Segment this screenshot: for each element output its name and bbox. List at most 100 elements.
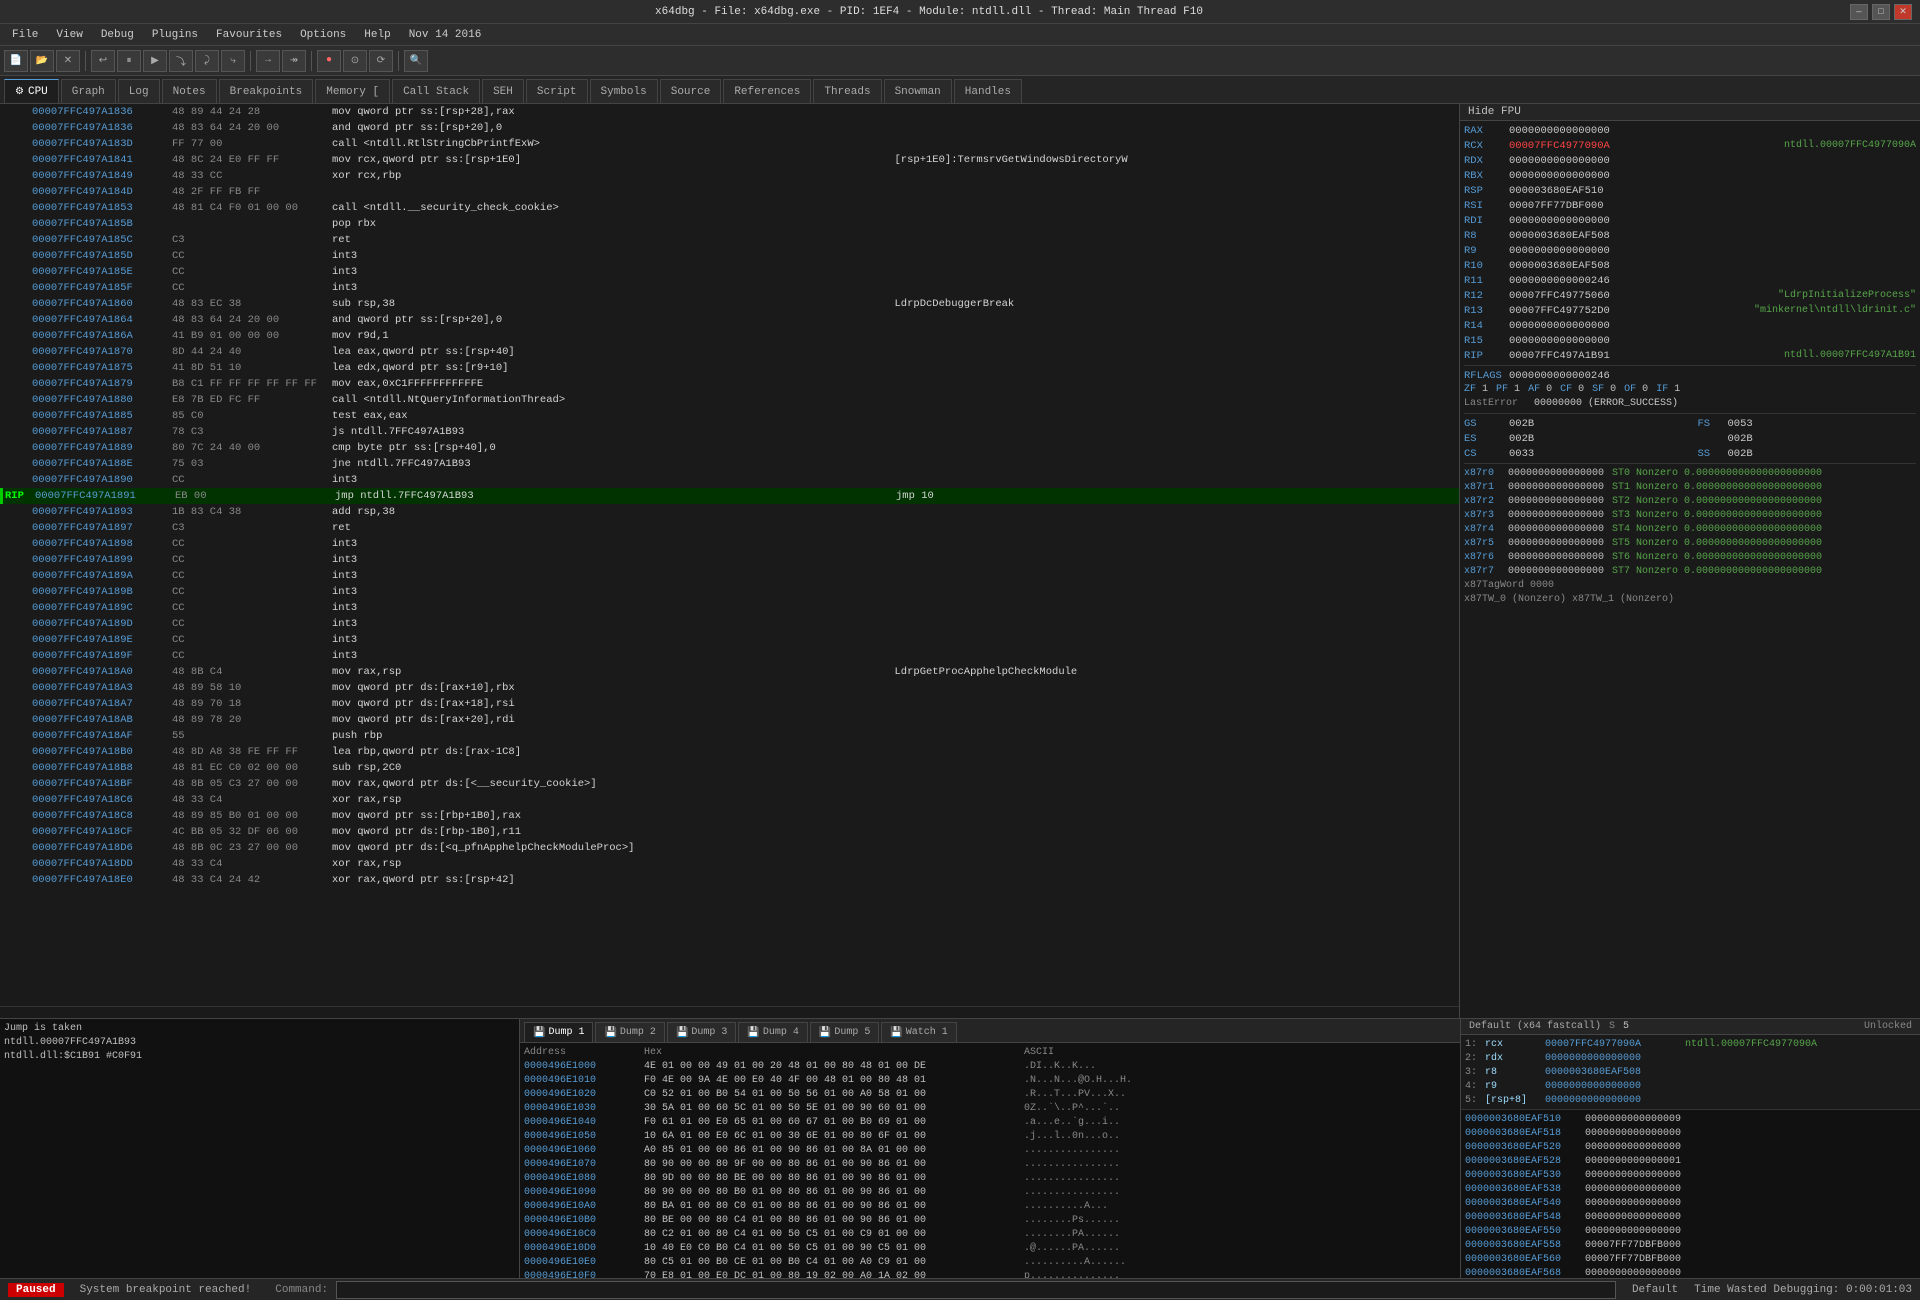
tab-breakpoints[interactable]: Breakpoints [219, 79, 314, 103]
disasm-row[interactable]: 00007FFC497A18E048 33 C4 24 42xor rax,qw… [0, 872, 1459, 888]
disasm-row[interactable]: 00007FFC497A185FCCint3 [0, 280, 1459, 296]
disasm-row[interactable]: 00007FFC497A188778 C3js ntdll.7FFC497A1B… [0, 424, 1459, 440]
dump-tab-dump3[interactable]: 💾Dump 3 [667, 1022, 736, 1042]
disasm-row[interactable]: 00007FFC497A18B048 8D A8 38 FE FF FFlea … [0, 744, 1459, 760]
disasm-row[interactable]: 00007FFC497A18C848 89 85 B0 01 00 00mov … [0, 808, 1459, 824]
disasm-row[interactable]: 00007FFC497A185348 81 C4 F0 01 00 00call… [0, 200, 1459, 216]
tab-seh[interactable]: SEH [482, 79, 524, 103]
tab-memory[interactable]: Memory [ [315, 79, 390, 103]
flag-pf[interactable]: PF 1 [1496, 384, 1520, 395]
tab-log[interactable]: Log [118, 79, 160, 103]
disasm-scroll[interactable]: 00007FFC497A183648 89 44 24 28mov qword … [0, 104, 1459, 1006]
disasm-row[interactable]: 00007FFC497A185DCCint3 [0, 248, 1459, 264]
disasm-row[interactable]: 00007FFC497A1897C3ret [0, 520, 1459, 536]
disasm-row[interactable]: 00007FFC497A189ACCint3 [0, 568, 1459, 584]
stack-content[interactable]: 0000003680EAF510000000000000000900000036… [1461, 1110, 1920, 1278]
flag-of[interactable]: OF 0 [1624, 384, 1648, 395]
reg-value[interactable]: 0000000000000000 [1509, 245, 1916, 257]
disasm-row[interactable]: 00007FFC497A188E75 03jne ntdll.7FFC497A1… [0, 456, 1459, 472]
reg-value[interactable]: 000003680EAF510 [1509, 185, 1916, 197]
reg-value[interactable]: 0000003680EAF508 [1509, 230, 1916, 242]
tab-threads[interactable]: Threads [813, 79, 881, 103]
reg-value[interactable]: 0000000000000000 [1509, 125, 1916, 137]
disasm-row[interactable]: RIP00007FFC497A1891EB 00jmp ntdll.7FFC49… [0, 488, 1459, 504]
disasm-row[interactable]: 00007FFC497A1899CCint3 [0, 552, 1459, 568]
reg-value[interactable]: 0000000000000000 [1509, 155, 1916, 167]
flag-zf[interactable]: ZF 1 [1464, 384, 1488, 395]
reg-value[interactable]: 0000000000000246 [1509, 275, 1916, 287]
disasm-row[interactable]: 00007FFC497A186448 83 64 24 20 00and qwo… [0, 312, 1459, 328]
disasm-row[interactable]: 00007FFC497A184D48 2F FF FB FF [0, 184, 1459, 200]
reg-value[interactable]: 0000000000000000 [1509, 335, 1916, 347]
disasm-row[interactable]: 00007FFC497A18B848 81 EC C0 02 00 00sub … [0, 760, 1459, 776]
flag-af[interactable]: AF 0 [1528, 384, 1552, 395]
toolbar-close[interactable]: ✕ [56, 50, 80, 72]
disasm-row[interactable]: 00007FFC497A189BCCint3 [0, 584, 1459, 600]
toolbar-search[interactable]: 🔍 [404, 50, 428, 72]
disasm-row[interactable]: 00007FFC497A18A348 89 58 10mov qword ptr… [0, 680, 1459, 696]
reg-value[interactable]: 00007FFC4977090A [1509, 140, 1776, 152]
dump-tab-dump1[interactable]: 💾Dump 1 [524, 1022, 593, 1042]
menu-help[interactable]: Help [356, 27, 398, 43]
maximize-button[interactable]: □ [1872, 4, 1890, 20]
disasm-row[interactable]: 00007FFC497A18A748 89 70 18mov qword ptr… [0, 696, 1459, 712]
flag-cf[interactable]: CF 0 [1560, 384, 1584, 395]
disasm-row[interactable]: 00007FFC497A18BF48 8B 05 C3 27 00 00mov … [0, 776, 1459, 792]
disasm-row[interactable]: 00007FFC497A188585 C0test eax,eax [0, 408, 1459, 424]
toolbar-execute-till[interactable]: ↠ [282, 50, 306, 72]
disasm-row[interactable]: 00007FFC497A18C648 33 C4xor rax,rsp [0, 792, 1459, 808]
toolbar-new[interactable]: 📄 [4, 50, 28, 72]
disasm-row[interactable]: 00007FFC497A189ECCint3 [0, 632, 1459, 648]
disasm-row[interactable]: 00007FFC497A1890CCint3 [0, 472, 1459, 488]
menu-nov142016[interactable]: Nov 14 2016 [401, 27, 490, 43]
disasm-row[interactable]: 00007FFC497A188980 7C 24 40 00cmp byte p… [0, 440, 1459, 456]
minimize-button[interactable]: — [1850, 4, 1868, 20]
disasm-row[interactable]: 00007FFC497A18DD48 33 C4xor rax,rsp [0, 856, 1459, 872]
reg-value[interactable]: 0000003680EAF508 [1509, 260, 1916, 272]
toolbar-step-over[interactable]: ⤸ [195, 50, 219, 72]
tab-cpu[interactable]: ⚙CPU [4, 79, 59, 103]
reg-value[interactable]: 00007FFC497A1B91 [1509, 350, 1776, 362]
toolbar-restart[interactable]: ↩ [91, 50, 115, 72]
tab-callstack[interactable]: Call Stack [392, 79, 480, 103]
disasm-row[interactable]: 00007FFC497A184948 33 CCxor rcx,rbp [0, 168, 1459, 184]
toolbar-run[interactable]: ▶ [143, 50, 167, 72]
menu-options[interactable]: Options [292, 27, 354, 43]
tab-source[interactable]: Source [660, 79, 722, 103]
disasm-row[interactable]: 00007FFC497A186A41 B9 01 00 00 00mov r9d… [0, 328, 1459, 344]
disasm-row[interactable]: 00007FFC497A186048 83 EC 38sub rsp,38Ldr… [0, 296, 1459, 312]
reg-value[interactable]: 0000000000000000 [1509, 320, 1916, 332]
toolbar-pause[interactable]: ⏸ [117, 50, 141, 72]
menu-favourites[interactable]: Favourites [208, 27, 290, 43]
disasm-row[interactable]: 00007FFC497A189CCCint3 [0, 600, 1459, 616]
disasm-row[interactable]: 00007FFC497A18708D 44 24 40lea eax,qword… [0, 344, 1459, 360]
tab-notes[interactable]: Notes [162, 79, 217, 103]
command-input[interactable] [336, 1281, 1616, 1299]
disasm-row[interactable]: 00007FFC497A183648 89 44 24 28mov qword … [0, 104, 1459, 120]
disasm-row[interactable]: 00007FFC497A183648 83 64 24 20 00and qwo… [0, 120, 1459, 136]
toolbar-hw-bp[interactable]: ⊙ [343, 50, 367, 72]
disasm-row[interactable]: 00007FFC497A187541 8D 51 10lea edx,qword… [0, 360, 1459, 376]
dump-tab-dump5[interactable]: 💾Dump 5 [810, 1022, 879, 1042]
reg-value[interactable]: 00007FFC497752D0 [1509, 305, 1746, 317]
disasm-row[interactable]: 00007FFC497A184148 8C 24 E0 FF FFmov rcx… [0, 152, 1459, 168]
menu-file[interactable]: File [4, 27, 46, 43]
disasm-row[interactable]: 00007FFC497A1880E8 7B ED FC FFcall <ntdl… [0, 392, 1459, 408]
reg-value[interactable]: 0000000000000000 [1509, 170, 1916, 182]
menu-view[interactable]: View [48, 27, 90, 43]
disasm-row[interactable]: 00007FFC497A18D648 8B 0C 23 27 00 00mov … [0, 840, 1459, 856]
tab-script[interactable]: Script [526, 79, 588, 103]
flag-if[interactable]: IF 1 [1656, 384, 1680, 395]
menu-debug[interactable]: Debug [93, 27, 142, 43]
tab-snowman[interactable]: Snowman [884, 79, 952, 103]
disasm-row[interactable]: 00007FFC497A18AB48 89 78 20mov qword ptr… [0, 712, 1459, 728]
disasm-row[interactable]: 00007FFC497A1898CCint3 [0, 536, 1459, 552]
disasm-row[interactable]: 00007FFC497A183DFF 77 00call <ntdll.RtlS… [0, 136, 1459, 152]
toolbar-run-to[interactable]: → [256, 50, 280, 72]
dump-tab-watch1[interactable]: 💾Watch 1 [881, 1022, 956, 1042]
disasm-row[interactable]: 00007FFC497A189DCCint3 [0, 616, 1459, 632]
hide-fpu-label[interactable]: Hide FPU [1468, 106, 1521, 118]
toolbar-step-out[interactable]: ⤷ [221, 50, 245, 72]
dump-tab-dump2[interactable]: 💾Dump 2 [595, 1022, 664, 1042]
toolbar-trace[interactable]: ⟳ [369, 50, 393, 72]
